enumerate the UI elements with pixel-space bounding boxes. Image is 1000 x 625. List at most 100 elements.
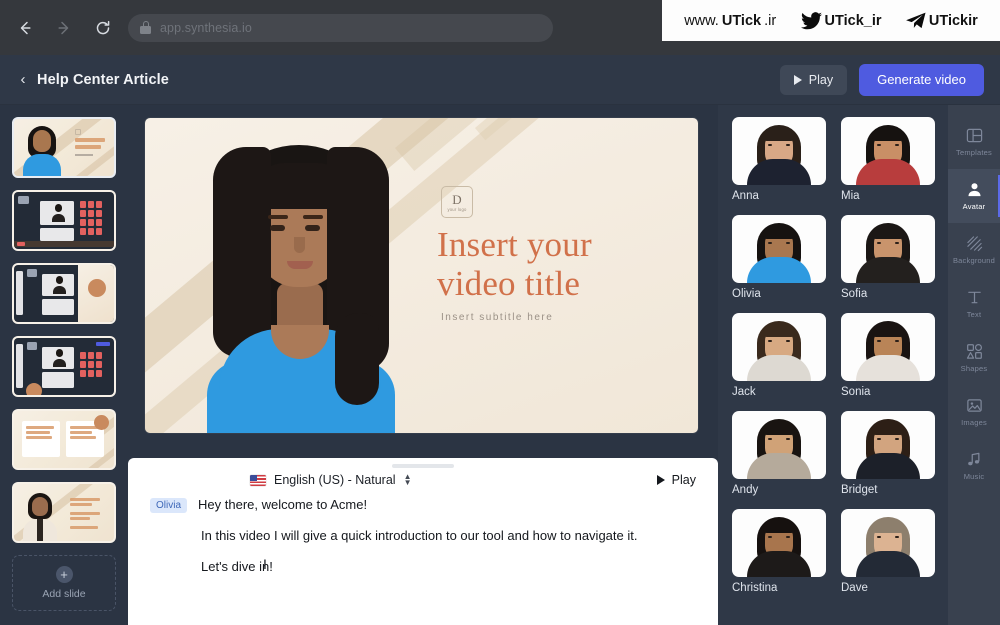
chevron-updown-icon: ▲ ▼ <box>403 472 412 487</box>
tool-label: Images <box>961 418 987 427</box>
script-first-line: Olivia Hey there, welcome to Acme! <box>150 496 696 515</box>
tool-label: Shapes <box>960 364 988 373</box>
text-icon <box>966 289 983 306</box>
app-root: app.synthesia.io www. UTick .ir UTick_ir U… <box>0 0 1000 625</box>
canvas-avatar[interactable] <box>185 133 415 433</box>
back-arrow-icon[interactable] <box>14 17 36 39</box>
slide-canvas[interactable]: D your logo Insert your video title Inse… <box>145 118 698 433</box>
shapes-icon <box>966 343 983 360</box>
tool-rail[interactable]: Templates Avatar Background Text Shapes Image… <box>948 105 1000 625</box>
play-triangle-icon <box>656 475 665 485</box>
avatar-card-mia[interactable]: Mia <box>841 117 936 202</box>
avatar-name: Sonia <box>841 386 871 398</box>
watermark-site-name: UTick <box>721 12 762 29</box>
header-actions: Play Generate video <box>779 63 984 96</box>
play-button[interactable]: Play <box>779 64 848 95</box>
watermark-site-prefix: www. <box>684 12 719 29</box>
watermark-twitter: UTick_ir <box>800 11 882 30</box>
tool-label: Avatar <box>962 202 986 211</box>
avatar-thumbnail <box>841 215 935 283</box>
logo-mark: D <box>452 191 462 207</box>
twitter-bird-icon <box>800 11 822 29</box>
avatar-name: Dave <box>841 582 868 594</box>
play-button-label: Play <box>808 72 834 87</box>
forward-arrow-icon[interactable] <box>53 17 75 39</box>
avatar-card-dave[interactable]: Dave <box>841 509 936 594</box>
script-line-2: In this video I will give a quick introd… <box>201 527 696 571</box>
slide-thumbnail-3[interactable] <box>12 263 116 324</box>
avatar-card-olivia[interactable]: Olivia <box>732 215 827 300</box>
avatar-card-andy[interactable]: Andy <box>732 411 827 496</box>
avatar-thumbnail <box>732 117 826 185</box>
avatar-card-sonia[interactable]: Sonia <box>841 313 936 398</box>
decor-stripe <box>395 118 698 171</box>
slide-subtitle[interactable]: Insert subtitle here <box>441 312 553 323</box>
plus-icon: + <box>55 566 73 583</box>
script-body[interactable]: Olivia Hey there, welcome to Acme! In th… <box>128 487 718 577</box>
watermark-banner: www. UTick .ir UTick_ir UTickir <box>662 0 1000 41</box>
avatar-name: Mia <box>841 190 860 202</box>
avatar-name: Bridget <box>841 484 878 496</box>
script-play-label: Play <box>671 473 696 487</box>
avatar-name: Christina <box>732 582 778 594</box>
avatar-grid: Anna Mia Olivia Sofia Jack Sonia Andy Bridget Ch… <box>732 117 936 594</box>
language-selector[interactable]: English (US) - Natural ▲ ▼ <box>250 473 412 487</box>
slide-thumbnail-6[interactable] <box>12 482 116 543</box>
watermark-telegram-handle: UTickir <box>928 12 978 29</box>
avatar-card-sofia[interactable]: Sofia <box>841 215 936 300</box>
add-slide-label: Add slide <box>42 588 86 600</box>
slide-title-line2: video title <box>437 264 581 304</box>
logo-placeholder[interactable]: D your logo <box>441 186 473 218</box>
script-panel: English (US) - Natural ▲ ▼ Play Olivia He… <box>128 458 718 625</box>
avatar-card-bridget[interactable]: Bridget <box>841 411 936 496</box>
reload-icon[interactable] <box>92 17 114 39</box>
tool-templates[interactable]: Templates <box>948 115 1000 169</box>
logo-placeholder-label: your logo <box>447 206 467 212</box>
script-play-button[interactable]: Play <box>656 473 696 487</box>
generate-video-button[interactable]: Generate video <box>859 63 984 96</box>
avatar-thumbnail <box>841 313 935 381</box>
speaker-badge[interactable]: Olivia <box>150 498 188 513</box>
watermark-site-tld: .ir <box>764 12 777 29</box>
avatar-library-panel[interactable]: Anna Mia Olivia Sofia Jack Sonia Andy Bridget Ch… <box>718 105 948 625</box>
avatar-thumbnail <box>841 117 935 185</box>
tool-background[interactable]: Background <box>948 223 1000 277</box>
slide-thumbnail-2[interactable] <box>12 190 116 251</box>
tool-music[interactable]: Music <box>948 439 1000 493</box>
watermark-twitter-handle: UTick_ir <box>824 12 882 29</box>
tool-avatar[interactable]: Avatar <box>948 169 1000 223</box>
tool-shapes[interactable]: Shapes <box>948 331 1000 385</box>
avatar-card-jack[interactable]: Jack <box>732 313 827 398</box>
tool-label: Music <box>963 472 985 481</box>
slide-thumbnail-4[interactable] <box>12 336 116 397</box>
add-slide-button[interactable]: + Add slide <box>12 555 116 611</box>
address-bar[interactable]: app.synthesia.io <box>128 13 553 42</box>
avatar-card-anna[interactable]: Anna <box>732 117 827 202</box>
slide-thumbnail-1[interactable] <box>12 117 116 178</box>
slide-title[interactable]: Insert your video title <box>437 225 677 303</box>
slide-thumbnail-5[interactable] <box>12 409 116 470</box>
watermark-website: www. UTick .ir <box>684 13 776 29</box>
back-chevron-icon[interactable]: ‹ <box>16 71 30 88</box>
tool-label: Templates <box>956 148 992 157</box>
tool-label: Background <box>952 256 996 265</box>
avatar-card-christina[interactable]: Christina <box>732 509 827 594</box>
slide-title-line1: Insert your <box>437 225 592 264</box>
page-title: Help Center Article <box>37 71 169 88</box>
url-text: app.synthesia.io <box>160 20 252 35</box>
script-line-1: Hey there, welcome to Acme! <box>198 497 368 512</box>
app-header: ‹ Help Center Article Play Generate vide… <box>0 55 1000 105</box>
avatar-name: Anna <box>732 190 759 202</box>
tool-text[interactable]: Text <box>948 277 1000 331</box>
script-toolbar: English (US) - Natural ▲ ▼ Play <box>128 468 718 487</box>
browser-nav-controls <box>14 17 114 39</box>
avatar-thumbnail <box>732 411 826 479</box>
lock-icon <box>140 21 151 34</box>
tool-images[interactable]: Images <box>948 385 1000 439</box>
images-icon <box>966 397 983 414</box>
slide-rail[interactable]: + Add slide <box>0 105 128 625</box>
watermark-telegram: UTickir <box>905 12 978 30</box>
avatar-name: Jack <box>732 386 756 398</box>
avatar-name: Andy <box>732 484 759 496</box>
avatar-thumbnail <box>841 411 935 479</box>
